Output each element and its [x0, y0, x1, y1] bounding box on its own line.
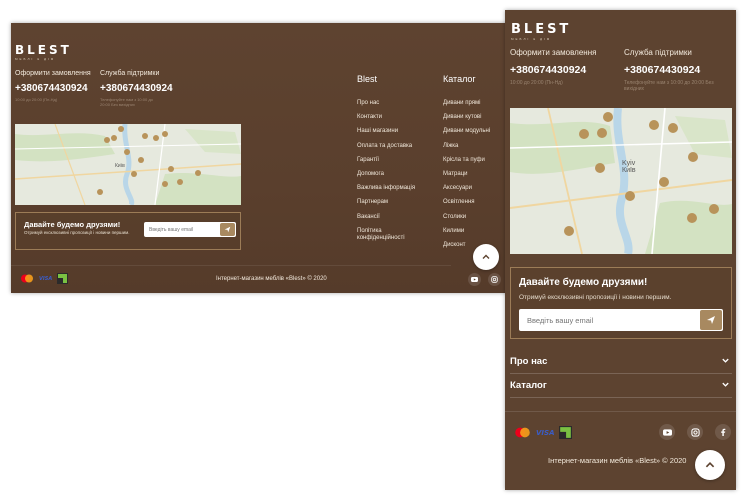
visa-icon: VISA — [536, 428, 555, 437]
footer-link-about[interactable]: Про нас — [357, 100, 417, 114]
footer-link-vacancies[interactable]: Вакансії — [357, 214, 417, 228]
footer-link-stores[interactable]: Наші магазини — [357, 128, 417, 142]
social-links — [468, 273, 501, 286]
chevron-down-icon — [722, 358, 729, 363]
map-graphic: Київ — [15, 124, 241, 205]
privat-icon — [559, 426, 573, 439]
instagram-link[interactable] — [488, 273, 501, 286]
privat-icon — [57, 273, 69, 284]
catalog-link-mattresses[interactable]: Матраци — [443, 171, 490, 185]
mobile-order-phone-link[interactable]: +380674430924 — [510, 64, 606, 76]
mobile-support-phone-link[interactable]: +380674430924 — [624, 64, 720, 76]
mobile-support-contact: Служба підтримки +380674430924 Телефонуй… — [624, 48, 720, 92]
accordion-catalog[interactable]: Каталог — [510, 374, 732, 398]
catalog-column: Каталог Дивани прямі Дивани кутові Диван… — [443, 74, 490, 256]
mobile-map-city-label: Київ — [622, 167, 636, 174]
order-phone-link[interactable]: +380674430924 — [15, 83, 91, 94]
payment-methods: VISA — [20, 273, 69, 284]
newsletter-box: Давайте будемо друзями! Отримуй ексклюзи… — [15, 212, 241, 250]
facebook-icon — [721, 428, 726, 436]
catalog-link-straight-sofas[interactable]: Дивани прямі — [443, 100, 490, 114]
send-icon — [707, 316, 715, 324]
mobile-payment-methods: VISA — [514, 426, 573, 439]
footer-link-guarantee[interactable]: Гарантії — [357, 157, 417, 171]
footer-link-info[interactable]: Важлива інформація — [357, 185, 417, 199]
mobile-social-links — [659, 424, 731, 440]
footer-divider — [11, 265, 451, 266]
footer-link-privacy[interactable]: Політика конфіденційності — [357, 228, 417, 242]
catalog-link-beds[interactable]: Ліжка — [443, 143, 490, 157]
youtube-icon — [662, 428, 672, 436]
blest-column: Blest Про нас Контакти Наші магазини Опл… — [357, 74, 417, 242]
mobile-scroll-top-button[interactable] — [695, 450, 725, 480]
mastercard-icon — [515, 427, 530, 438]
desktop-footer: BLEST МЕБЛІ & ДІМ Оформити замовлення +3… — [11, 23, 513, 293]
catalog-link-modular-sofas[interactable]: Дивани модульні — [443, 128, 490, 142]
send-icon — [224, 226, 231, 233]
support-contact: Служба підтримки +380674430924 Телефонуй… — [100, 70, 173, 107]
mobile-subscribe-button[interactable] — [700, 310, 722, 330]
copyright-text: Інтернет-магазин меблів «Blest» © 2020 — [216, 276, 327, 282]
youtube-icon — [471, 277, 478, 282]
catalog-link-corner-sofas[interactable]: Дивани кутові — [443, 114, 490, 128]
mobile-order-contact: Оформити замовлення +380674430924 10:00 … — [510, 48, 606, 86]
instagram-icon — [690, 427, 700, 437]
chevron-down-icon — [722, 382, 729, 387]
instagram-icon — [491, 276, 498, 283]
support-phone-link[interactable]: +380674430924 — [100, 83, 173, 94]
mobile-facebook-link[interactable] — [715, 424, 731, 440]
footer-link-payment[interactable]: Оплата та доставка — [357, 143, 417, 157]
footer-link-partners[interactable]: Партнерам — [357, 199, 417, 213]
email-input-wrapper — [144, 222, 236, 237]
mobile-email-input[interactable] — [527, 314, 687, 326]
stores-map[interactable]: Київ — [15, 124, 241, 205]
mobile-newsletter-box: Давайте будемо друзями! Отримуй ексклюзи… — [510, 267, 732, 339]
mobile-map-graphic: Kyiv Київ — [510, 108, 732, 254]
mobile-stores-map[interactable]: Kyiv Київ — [510, 108, 732, 254]
email-input[interactable] — [149, 225, 213, 234]
mobile-email-input-wrapper — [519, 309, 723, 331]
catalog-link-carpets[interactable]: Килими — [443, 228, 490, 242]
subscribe-button[interactable] — [220, 223, 235, 236]
footer-link-contacts[interactable]: Контакти — [357, 114, 417, 128]
mobile-youtube-link[interactable] — [659, 424, 675, 440]
catalog-link-accessories[interactable]: Аксесуари — [443, 185, 490, 199]
chevron-up-icon — [482, 254, 490, 259]
order-contact: Оформити замовлення +380674430924 10:00 … — [15, 70, 91, 102]
footer-link-help[interactable]: Допомога — [357, 171, 417, 185]
mobile-footer: BLEST МЕБЛІ & ДІМ Оформити замовлення +3… — [505, 10, 736, 490]
chevron-up-icon — [705, 462, 715, 468]
youtube-link[interactable] — [468, 273, 481, 286]
mobile-brand-logo[interactable]: BLEST МЕБЛІ & ДІМ — [511, 22, 571, 41]
scroll-top-button[interactable] — [473, 244, 499, 270]
catalog-link-armchairs[interactable]: Крісла та пуфи — [443, 157, 490, 171]
brand-logo[interactable]: BLEST МЕБЛІ & ДІМ — [15, 43, 72, 61]
catalog-link-tables[interactable]: Столики — [443, 214, 490, 228]
visa-icon: VISA — [39, 275, 53, 282]
map-city-label: Київ — [115, 163, 125, 169]
accordion-about[interactable]: Про нас — [510, 350, 732, 374]
mobile-copyright-text: Інтернет-магазин меблів «Blest» © 2020 — [548, 456, 687, 465]
mastercard-icon — [21, 274, 33, 283]
mobile-map-city-en: Kyiv — [622, 160, 636, 167]
mobile-instagram-link[interactable] — [687, 424, 703, 440]
mobile-footer-divider — [505, 411, 736, 412]
catalog-link-lighting[interactable]: Освітлення — [443, 199, 490, 213]
